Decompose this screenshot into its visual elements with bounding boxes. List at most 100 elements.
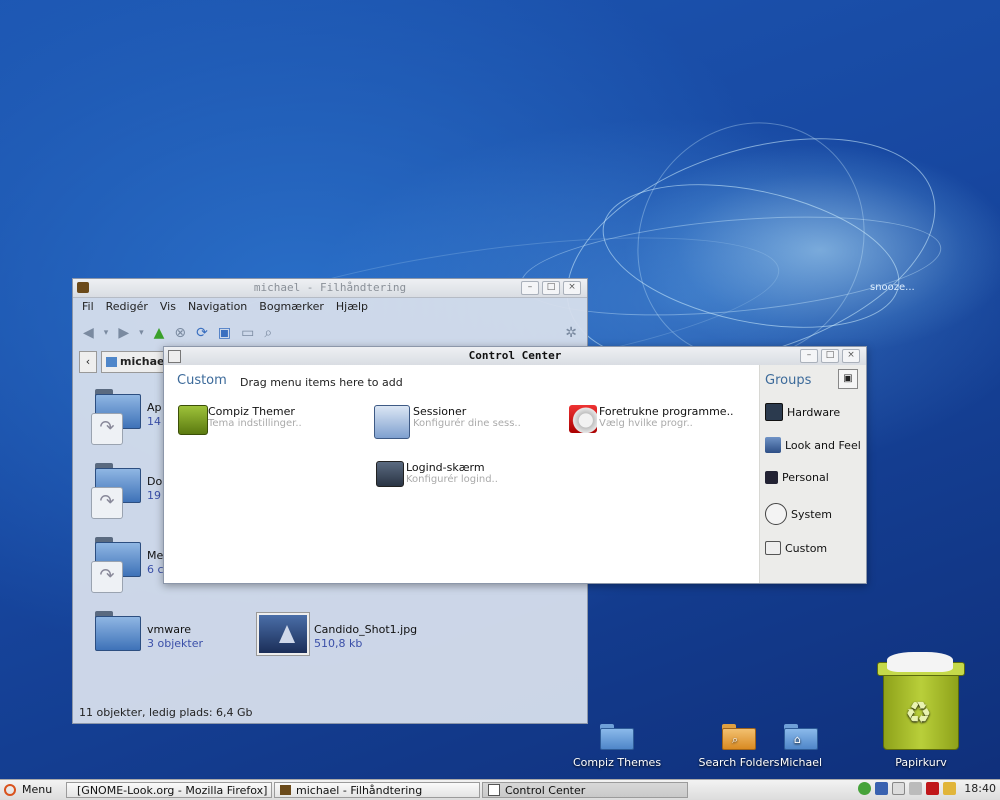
update-notifier-icon[interactable] xyxy=(858,782,872,795)
group-label: Personal xyxy=(782,471,829,484)
up-icon[interactable]: ▲ xyxy=(154,325,165,341)
group-label: Hardware xyxy=(787,405,841,419)
desktop-icon-search-folders[interactable]: ⌕ Search Folders xyxy=(697,724,781,769)
control-center-icon xyxy=(488,784,500,796)
window-title: Control Center xyxy=(468,349,562,362)
custom-section-hint: Drag menu items here to add xyxy=(240,376,403,389)
menubar: Fil Redigér Vis Navigation Bogmærker Hjæ… xyxy=(73,298,587,318)
preferred-applications-icon xyxy=(569,405,597,433)
file-item[interactable]: ↷ xyxy=(91,389,141,445)
minimize-button[interactable]: – xyxy=(521,281,539,295)
file-item-info: 510,8 kb xyxy=(314,637,363,650)
cc-item-name: Foretrukne programme.. xyxy=(599,405,734,418)
minimize-button[interactable]: – xyxy=(800,349,818,363)
file-item-name: Me xyxy=(147,549,164,562)
group-hardware[interactable]: Hardware xyxy=(765,403,840,421)
back-icon[interactable]: ◀ xyxy=(83,325,94,341)
computer-icon[interactable]: ▭ xyxy=(241,325,254,341)
display-icon[interactable] xyxy=(892,782,906,795)
mail-icon[interactable] xyxy=(943,782,957,795)
task-control-center[interactable]: Control Center xyxy=(482,782,688,798)
personal-icon xyxy=(765,471,778,484)
groups-toggle-button[interactable]: ▣ xyxy=(838,369,858,389)
maximize-button[interactable]: □ xyxy=(542,281,560,295)
back-dropdown-icon[interactable]: ▾ xyxy=(104,328,109,338)
main-menu-button[interactable]: Menu xyxy=(4,783,52,796)
group-label: Look and Feel xyxy=(785,438,861,452)
login-screen-icon xyxy=(376,461,404,487)
search-folder-icon: ⌕ xyxy=(722,724,756,750)
file-item-name: vmware xyxy=(147,623,192,636)
menu-fil[interactable]: Fil xyxy=(82,300,94,316)
desktop-icon-papirkurv[interactable]: ♻ Papirkurv xyxy=(866,652,976,769)
alert-icon[interactable] xyxy=(926,782,940,795)
volume-icon[interactable] xyxy=(909,782,923,795)
trash-icon: ♻ xyxy=(877,652,965,750)
control-center-titlebar[interactable]: Control Center – □ × xyxy=(164,347,866,366)
group-look-and-feel[interactable]: Look and Feel xyxy=(765,437,861,453)
file-item[interactable] xyxy=(95,611,141,651)
search-icon[interactable]: ⌕ xyxy=(264,325,272,341)
compiz-themer-icon xyxy=(178,405,208,435)
group-personal[interactable]: Personal xyxy=(765,471,829,484)
desktop-icon-label: Papirkurv xyxy=(895,756,947,769)
network-icon[interactable] xyxy=(875,782,889,795)
toolbar: ◀ ▾ ▶ ▾ ▲ ⊗ ⟳ ▣ ▭ ⌕ ✲ xyxy=(73,318,587,348)
home-icon[interactable]: ▣ xyxy=(218,325,231,341)
desktop-icon-label: Search Folders xyxy=(698,756,780,769)
maximize-button[interactable]: □ xyxy=(821,349,839,363)
desktop-icon-michael[interactable]: ⌂ Michael xyxy=(776,724,826,769)
group-label: System xyxy=(791,507,833,521)
location-path-button[interactable]: michae xyxy=(101,351,170,373)
task-label: michael - Filhåndtering xyxy=(296,783,423,797)
desktop-icon-label: Compiz Themes xyxy=(572,756,662,769)
file-item[interactable] xyxy=(257,613,309,655)
cc-item-desc: Konfigurér logind.. xyxy=(406,474,498,485)
home-folder-icon xyxy=(106,357,117,367)
close-button[interactable]: × xyxy=(563,281,581,295)
menu-rediger[interactable]: Redigér xyxy=(106,300,148,316)
menu-hjaelp[interactable]: Hjælp xyxy=(336,300,368,316)
group-custom[interactable]: Custom xyxy=(765,541,827,555)
location-bar: ‹ michae xyxy=(79,351,170,373)
cc-item-desc: Tema indstillinger.. xyxy=(208,418,302,429)
file-manager-icon xyxy=(280,785,291,795)
task-file-manager[interactable]: michael - Filhåndtering xyxy=(274,782,480,798)
control-center-main: Custom Drag menu items here to add Compi… xyxy=(164,365,759,583)
window-title: michael - Filhåndtering xyxy=(253,281,407,294)
task-label: [GNOME-Look.org - Mozilla Firefox] xyxy=(77,783,268,797)
forward-icon[interactable]: ▶ xyxy=(118,325,129,341)
file-item-name: Candido_Shot1.jpg xyxy=(314,623,418,636)
groups-sidebar: Groups ▣ Hardware Look and Feel Personal… xyxy=(759,365,866,583)
task-firefox[interactable]: [GNOME-Look.org - Mozilla Firefox] xyxy=(66,782,272,798)
location-back-button[interactable]: ‹ xyxy=(79,351,97,373)
clock[interactable]: 18:40 xyxy=(964,782,996,795)
reload-icon[interactable]: ⟳ xyxy=(196,325,208,341)
file-manager-titlebar[interactable]: michael - Filhåndtering – □ × xyxy=(73,279,587,298)
group-system[interactable]: System xyxy=(765,503,832,525)
file-item[interactable]: ↷ xyxy=(91,537,141,593)
menu-navigation[interactable]: Navigation xyxy=(188,300,247,316)
cc-item-desc: Konfigurér dine sess.. xyxy=(413,418,521,429)
system-icon xyxy=(765,503,787,525)
file-item-name: Do xyxy=(147,475,163,488)
desktop-icon-compiz-themes[interactable]: Compiz Themes xyxy=(572,724,662,769)
folder-icon xyxy=(95,611,141,651)
file-item-info: 14 xyxy=(147,415,161,428)
control-center-window: Control Center – □ × Custom Drag menu it… xyxy=(163,346,867,584)
location-path-label: michae xyxy=(120,355,165,368)
file-item-name: Ap xyxy=(147,401,162,414)
task-label: Control Center xyxy=(505,783,586,797)
link-emblem-icon: ↷ xyxy=(91,561,123,593)
main-menu-label: Menu xyxy=(22,783,53,796)
snooze-label: snooze... xyxy=(870,282,915,293)
desktop-icon-label: Michael xyxy=(779,756,823,769)
forward-dropdown-icon[interactable]: ▾ xyxy=(139,328,144,338)
ubuntu-logo-icon xyxy=(4,783,16,796)
system-tray: 18:40 xyxy=(858,782,996,795)
menu-bogmaerker[interactable]: Bogmærker xyxy=(259,300,324,316)
close-button[interactable]: × xyxy=(842,349,860,363)
stop-icon[interactable]: ⊗ xyxy=(174,325,186,341)
menu-vis[interactable]: Vis xyxy=(160,300,176,316)
file-item[interactable]: ↷ xyxy=(91,463,141,519)
